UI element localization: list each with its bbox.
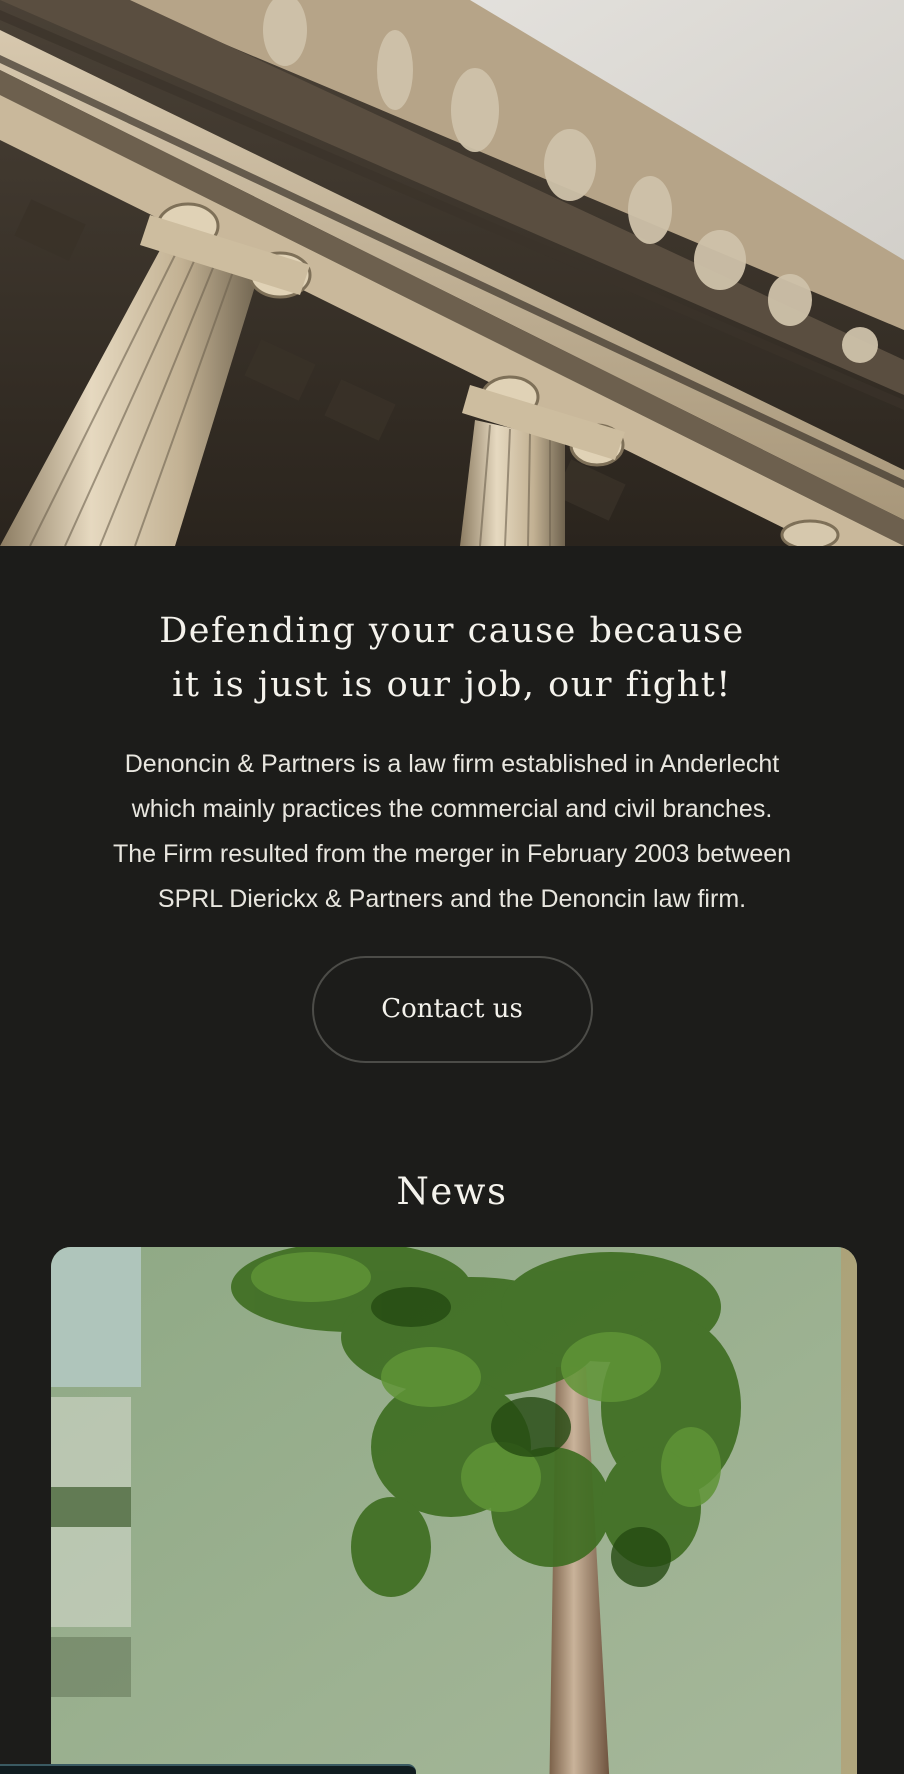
headline: Defending your cause because it is just … bbox=[0, 604, 904, 712]
contact-us-button[interactable]: Contact us bbox=[311, 956, 593, 1063]
headline-line-1: Defending your cause because bbox=[159, 611, 745, 651]
intro-section: Defending your cause because it is just … bbox=[0, 546, 904, 1063]
intro-paragraph-line: The Firm resulted from the merger in Feb… bbox=[112, 840, 792, 868]
news-heading: News bbox=[396, 1170, 508, 1213]
courthouse-illustration bbox=[0, 0, 904, 546]
intro-paragraph-line: SPRL Dierickx & Partners and the Denonci… bbox=[157, 885, 747, 913]
intro-paragraph: Denoncin & Partners is a law firm establ… bbox=[52, 742, 852, 922]
news-card-image[interactable] bbox=[51, 1247, 857, 1774]
bottom-bar bbox=[0, 1764, 416, 1774]
hero-image bbox=[0, 0, 904, 546]
headline-line-2: it is just is our job, our fight! bbox=[172, 665, 732, 705]
intro-paragraph-line: which mainly practices the commercial an… bbox=[131, 795, 773, 823]
page: Defending your cause because it is just … bbox=[0, 0, 904, 1774]
tree-illustration bbox=[51, 1247, 857, 1774]
intro-paragraph-line: Denoncin & Partners is a law firm establ… bbox=[124, 750, 780, 778]
